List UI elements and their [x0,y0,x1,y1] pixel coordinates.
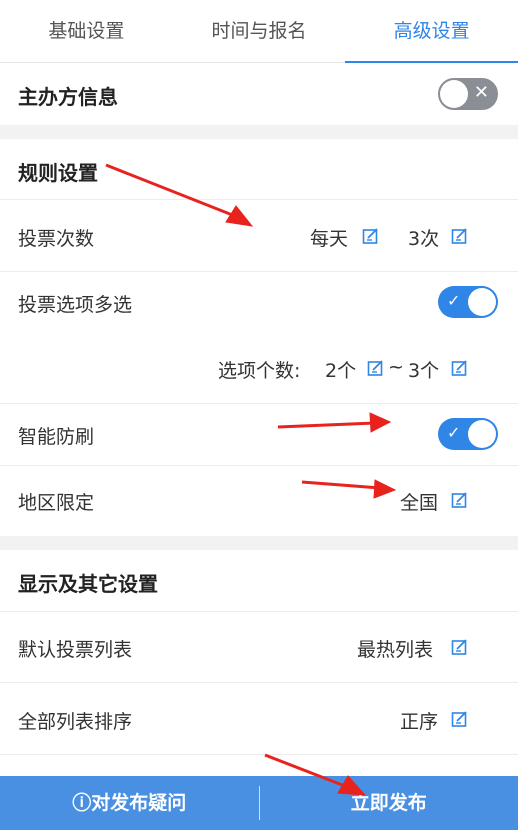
sort-label: 全部列表排序 [18,711,133,733]
edit-icon[interactable] [451,359,469,377]
publish-now-button[interactable]: 立即发布 [260,776,518,830]
edit-icon[interactable] [362,227,380,245]
edit-icon[interactable] [451,638,469,656]
sort-value[interactable]: 正序 [400,707,438,734]
vote-count-label: 投票次数 [18,228,95,250]
section-gap [0,125,518,139]
default-list-row: 默认投票列表 最热列表 [0,612,518,683]
rules-section-title: 规则设置 [18,161,98,185]
region-label: 地区限定 [18,492,95,514]
multi-select-toggle[interactable]: ✓ [438,286,498,318]
multi-select-label: 投票选项多选 [18,294,133,316]
close-icon: ✕ [473,82,489,103]
section-gap [0,536,518,550]
display-section-title: 显示及其它设置 [18,572,158,596]
bottom-action-bar: ⓘ对发布疑问 立即发布 [0,776,518,830]
anti-brush-label: 智能防刷 [18,426,95,448]
edit-icon[interactable] [367,359,385,377]
edit-icon[interactable] [451,710,469,728]
region-row: 地区限定 全国 [0,466,518,536]
publish-help-label: 对发布疑问 [91,792,187,814]
vote-period-value[interactable]: 每天 [310,224,348,251]
region-value[interactable]: 全国 [400,488,438,515]
organizer-label: 主办方信息 [18,85,118,109]
option-range-separator: ~ [388,356,404,378]
edit-icon[interactable] [451,227,469,245]
organizer-row: 主办方信息 ✕ [0,63,518,125]
toggle-knob [468,288,496,316]
organizer-toggle[interactable]: ✕ [438,78,498,110]
option-count-label: 选项个数: [218,360,301,382]
publish-help-button[interactable]: ⓘ对发布疑问 [0,776,259,830]
check-icon: ✓ [447,423,461,442]
tab-time-and-registration[interactable]: 时间与报名 [173,0,346,62]
vote-count-row: 投票次数 每天 3次 [0,200,518,272]
anti-brush-row: 智能防刷 ✓ [0,404,518,466]
tab-advanced-settings[interactable]: 高级设置 [345,0,518,63]
vote-times-value[interactable]: 3次 [408,224,439,251]
multi-select-row: 投票选项多选 ✓ 选项个数: 2个 ~ 3个 [0,272,518,404]
display-section-header: 显示及其它设置 [0,550,518,612]
tab-basic-settings[interactable]: 基础设置 [0,0,173,62]
toggle-knob [468,420,496,448]
sort-row: 全部列表排序 正序 [0,683,518,755]
check-icon: ✓ [447,291,461,310]
rules-section-header: 规则设置 [0,139,518,200]
anti-brush-toggle[interactable]: ✓ [438,418,498,450]
edit-icon[interactable] [451,491,469,509]
info-icon: ⓘ [72,792,92,814]
tab-bar: 基础设置 时间与报名 高级设置 [0,0,518,63]
default-list-label: 默认投票列表 [18,639,133,661]
toggle-knob [440,80,468,108]
option-max-value[interactable]: 3个 [408,356,439,383]
option-min-value[interactable]: 2个 [325,356,356,383]
default-list-value[interactable]: 最热列表 [357,635,433,662]
